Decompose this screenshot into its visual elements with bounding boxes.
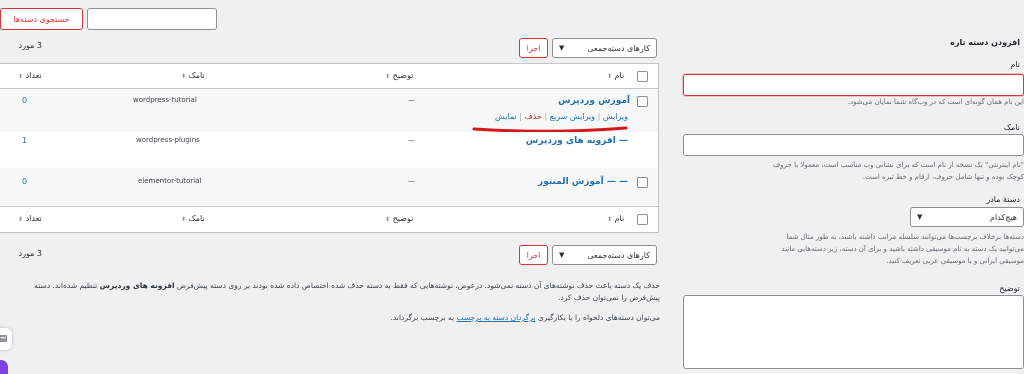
- slug-help-2: کوچک بوده و تنها شامل حروف، ارقام و خط ت…: [862, 173, 1024, 181]
- bulk-actions-select-bottom[interactable]: کارهای دسته‌جمعی ▼: [552, 245, 657, 265]
- column-name-footer[interactable]: ⬍ نام: [607, 214, 624, 223]
- widget-icon: ▤: [0, 334, 8, 344]
- column-count-footer[interactable]: ⬍ تعداد: [18, 214, 42, 223]
- sort-icon: ⬍: [385, 73, 391, 80]
- delete-link[interactable]: حذف: [525, 112, 542, 121]
- floating-widget[interactable]: ▤: [0, 328, 12, 350]
- floating-widget-accent[interactable]: [0, 360, 8, 374]
- column-count-header[interactable]: ⬍ تعداد: [18, 71, 42, 80]
- separator: |: [519, 112, 522, 121]
- column-description-footer[interactable]: ⬍ توضیح: [385, 214, 413, 223]
- delete-note: حذف یک دسته باعث حذف نوشته‌های آن دسته ن…: [20, 280, 660, 304]
- table-header: [0, 64, 658, 89]
- sort-icon: ⬍: [181, 73, 187, 80]
- category-name-link[interactable]: — افزونه های وردپرس: [500, 136, 628, 146]
- column-count-label: تعداد: [25, 214, 42, 223]
- chevron-down-icon: ▼: [559, 251, 565, 259]
- column-slug-label: نامک: [188, 71, 205, 80]
- search-categories-button[interactable]: جستجوی دسته‌ها: [0, 8, 83, 30]
- description-label: توضیح: [999, 284, 1020, 293]
- select-all-checkbox[interactable]: [637, 71, 648, 82]
- bulk-actions-select-value: کارهای دسته‌جمعی: [587, 43, 650, 53]
- bulk-actions-select-top[interactable]: کارهای دسته‌جمعی ▼: [552, 38, 657, 58]
- name-help: این نام همان گونه‌ای است که در وب‌گاه شم…: [847, 98, 1024, 106]
- items-count-top: 3 مورد: [18, 41, 42, 50]
- apply-button-bottom[interactable]: اجرا: [519, 245, 548, 265]
- sort-icon: ⬍: [607, 216, 613, 223]
- items-count-bottom: 3 مورد: [18, 249, 42, 258]
- category-slug: elementor-tutorial: [138, 177, 202, 185]
- parent-label: دستهٔ مادر: [986, 195, 1020, 204]
- column-count-label: تعداد: [25, 71, 42, 80]
- parent-help-3: موسیقی ایرانی و یا موسیقی عربی تعریف کنی…: [886, 257, 1024, 265]
- category-slug: wordpress-tutorial: [133, 96, 197, 104]
- category-count-link[interactable]: 0: [22, 177, 27, 186]
- slug-help-1: "نام اینترنتی" یک نسخه از نام است که برا…: [773, 161, 1024, 169]
- description-textarea[interactable]: [683, 295, 1024, 369]
- category-name-link[interactable]: — — آموزش المنتور: [500, 177, 628, 187]
- category-description: —: [408, 136, 415, 144]
- category-description: —: [408, 96, 415, 104]
- row-checkbox[interactable]: [637, 177, 648, 188]
- category-slug: wordpress-plugins: [136, 136, 200, 144]
- default-category-name: افزونه های وردپرس: [99, 281, 175, 290]
- chevron-down-icon: ▼: [917, 213, 923, 221]
- select-all-checkbox-footer[interactable]: [637, 214, 648, 225]
- parent-select[interactable]: هیچ‌کدام ▼: [910, 207, 1024, 227]
- column-description-header[interactable]: ⬍ توضیح: [385, 71, 413, 80]
- name-input[interactable]: [683, 74, 1024, 96]
- sort-icon: ⬍: [18, 216, 24, 223]
- row-checkbox[interactable]: [637, 96, 648, 107]
- category-count-link[interactable]: 1: [22, 136, 27, 145]
- column-slug-header[interactable]: ⬍ نامک: [181, 71, 205, 80]
- parent-select-value: هیچ‌کدام: [990, 212, 1017, 222]
- convert-note-text-a: می‌توان دسته‌های دلخواه را با بکارگیری: [537, 313, 660, 322]
- column-slug-label: نامک: [188, 214, 205, 223]
- table-footer: [0, 206, 658, 232]
- sort-icon: ⬍: [607, 73, 613, 80]
- slug-input[interactable]: [683, 134, 1024, 156]
- category-count-link[interactable]: 0: [22, 96, 27, 105]
- category-description: —: [408, 177, 415, 185]
- quick-edit-link[interactable]: ویرایش سریع: [550, 112, 595, 121]
- parent-help-2: می‌توانید یک دسته به نام موسیقی داشته با…: [781, 245, 1024, 253]
- sort-icon: ⬍: [385, 216, 391, 223]
- category-name-link[interactable]: آموزش وردپرس: [520, 96, 630, 106]
- column-slug-footer[interactable]: ⬍ نامک: [181, 214, 205, 223]
- convert-note: می‌توان دسته‌های دلخواه را با بکارگیری ب…: [20, 313, 660, 322]
- chevron-down-icon: ▼: [559, 44, 565, 52]
- convert-note-text-b: به برچسب برگرداند.: [390, 313, 455, 322]
- slug-label: نامک: [1003, 123, 1020, 132]
- column-name-label: نام: [614, 214, 625, 223]
- separator: |: [597, 112, 601, 121]
- delete-note-text-a: حذف یک دسته باعث حذف نوشته‌های آن دسته ن…: [176, 281, 660, 290]
- column-name-header[interactable]: ⬍ نام: [607, 71, 624, 80]
- sort-icon: ⬍: [181, 216, 187, 223]
- category-tag-converter-link[interactable]: برگردان دسته به برچسب: [456, 313, 535, 322]
- name-label: نام: [1010, 60, 1020, 69]
- column-name-label: نام: [614, 71, 625, 80]
- separator: |: [544, 112, 548, 121]
- search-field[interactable]: [88, 9, 216, 29]
- apply-button-top[interactable]: اجرا: [519, 38, 548, 58]
- parent-help-1: دسته‌ها برخلاف برچسب‌ها می‌توانند سلسله …: [786, 233, 1024, 241]
- add-category-title: افزودن دسته تازه: [950, 38, 1020, 47]
- search-input[interactable]: [87, 8, 217, 30]
- bulk-actions-select-value: کارهای دسته‌جمعی: [587, 250, 650, 260]
- sort-icon: ⬍: [18, 73, 24, 80]
- edit-link[interactable]: ویرایش: [603, 112, 628, 121]
- view-link[interactable]: نمایش: [495, 112, 517, 121]
- row-actions: ویرایش | ویرایش سریع | حذف | نمایش: [478, 112, 628, 121]
- column-description-label: توضیح: [392, 214, 414, 223]
- column-description-label: توضیح: [392, 71, 414, 80]
